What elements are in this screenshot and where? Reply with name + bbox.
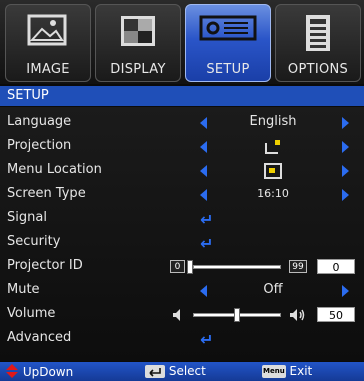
arrow-left-icon[interactable] [200, 165, 207, 177]
enter-icon[interactable]: ↵ [200, 210, 213, 229]
arrow-left-icon[interactable] [200, 189, 207, 201]
footer-help-bar: UpDown Select Menu Exit [0, 362, 364, 381]
tab-display-label: DISPLAY [110, 62, 166, 77]
menu-row-volume[interactable]: Volume 50 [0, 303, 364, 327]
menu-row-advanced[interactable]: Advanced ↵ [0, 327, 364, 351]
menu-row-menu-location[interactable]: Menu Location [0, 159, 364, 183]
arrow-right-icon[interactable] [342, 189, 349, 201]
volume-slider-knob[interactable] [234, 308, 240, 322]
enter-icon[interactable]: ↵ [200, 330, 213, 349]
tab-setup[interactable]: SETUP [185, 4, 271, 82]
tab-image[interactable]: IMAGE [5, 4, 91, 82]
menu-row-screen-type[interactable]: Screen Type 16:10 [0, 183, 364, 207]
select-hint: Select [145, 364, 206, 378]
security-label: Security [7, 234, 61, 249]
tab-options[interactable]: OPTIONS [275, 4, 361, 82]
setup-icon [199, 13, 257, 47]
menu-row-signal[interactable]: Signal ↵ [0, 207, 364, 231]
display-icon [118, 13, 158, 55]
speaker-high-icon [289, 307, 307, 326]
projector-id-slider[interactable] [193, 265, 281, 269]
menu-row-language[interactable]: Language English [0, 111, 364, 135]
select-label: Select [168, 364, 206, 378]
projection-label: Projection [7, 138, 72, 153]
projector-osd: IMAGE DISPLAY SETUP OPTIONS SETUP Langua… [0, 0, 364, 381]
mute-label: Mute [7, 282, 40, 297]
arrow-right-icon[interactable] [342, 165, 349, 177]
tab-setup-label: SETUP [206, 62, 250, 77]
picture-icon [26, 13, 70, 55]
screen-type-value: 16:10 [257, 187, 289, 200]
menu-row-mute[interactable]: Mute Off [0, 279, 364, 303]
menu-row-security[interactable]: Security ↵ [0, 231, 364, 255]
advanced-label: Advanced [7, 330, 72, 345]
menu-row-projector-id[interactable]: Projector ID 0 99 0 [0, 255, 364, 279]
menu-location-icon [264, 163, 282, 183]
screen-type-label: Screen Type [7, 186, 86, 201]
options-icon [303, 13, 333, 57]
menu-row-projection[interactable]: Projection [0, 135, 364, 159]
setup-menu: Language English Projection Menu Locatio… [0, 107, 364, 361]
projection-mode-icon [264, 139, 282, 159]
updown-arrows-icon [5, 364, 19, 381]
signal-label: Signal [7, 210, 47, 225]
tab-bar: IMAGE DISPLAY SETUP OPTIONS [0, 0, 364, 84]
exit-label: Exit [289, 364, 313, 378]
volume-value: 50 [317, 307, 355, 322]
tab-options-label: OPTIONS [287, 62, 349, 77]
volume-label: Volume [7, 306, 56, 321]
updown-label: UpDown [22, 365, 74, 379]
enter-key-icon [145, 365, 165, 378]
projector-id-label: Projector ID [7, 258, 83, 273]
enter-icon[interactable]: ↵ [200, 234, 213, 253]
language-value: English [249, 114, 297, 129]
speaker-low-icon [172, 307, 184, 326]
projector-id-value: 0 [317, 259, 355, 274]
mute-value: Off [263, 282, 283, 297]
arrow-right-icon[interactable] [342, 285, 349, 297]
menu-location-label: Menu Location [7, 162, 102, 177]
arrow-right-icon[interactable] [342, 141, 349, 153]
language-label: Language [7, 114, 72, 129]
arrow-left-icon[interactable] [200, 141, 207, 153]
arrow-left-icon[interactable] [200, 285, 207, 297]
arrow-left-icon[interactable] [200, 117, 207, 129]
exit-hint: Menu Exit [262, 364, 312, 378]
menu-key-icon: Menu [262, 365, 286, 378]
updown-hint: UpDown [5, 364, 73, 381]
projector-id-min: 0 [170, 260, 185, 273]
tab-image-label: IMAGE [26, 62, 70, 77]
projector-id-max: 99 [289, 260, 307, 273]
arrow-right-icon[interactable] [342, 117, 349, 129]
tab-display[interactable]: DISPLAY [95, 4, 181, 82]
page-title: SETUP [0, 86, 364, 106]
